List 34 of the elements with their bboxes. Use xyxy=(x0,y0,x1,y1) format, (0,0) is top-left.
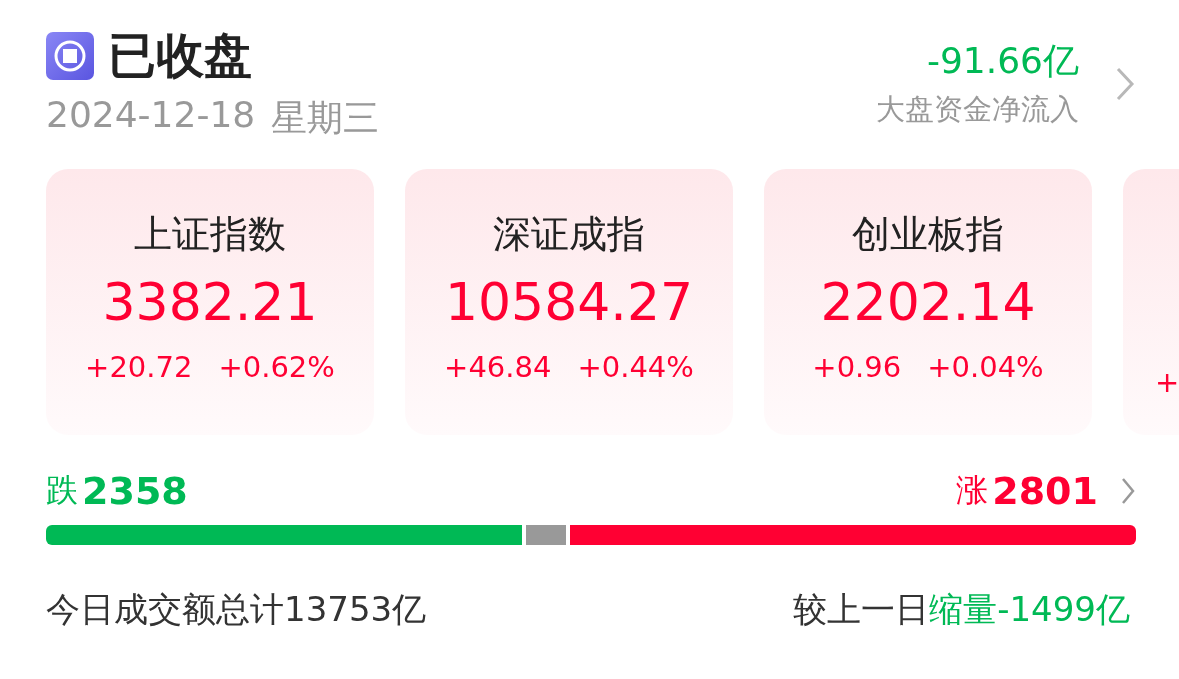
index-name: 创业板指 xyxy=(852,211,1004,258)
up-count: 2801 xyxy=(992,469,1098,513)
down-count: 2358 xyxy=(82,469,188,513)
index-change: +20.72 xyxy=(85,350,193,384)
market-status: 已收盘 xyxy=(108,26,252,85)
down-label: 跌 xyxy=(46,470,78,511)
net-flow-value: -91.66亿 xyxy=(926,39,1079,83)
index-card[interactable]: 创业板指 2202.14 +0.96 +0.04% xyxy=(764,169,1092,435)
index-percent: +0.62% xyxy=(218,350,335,384)
turnover-total: 今日成交额总计13753亿 xyxy=(46,588,427,631)
compare-direction: 缩量 xyxy=(929,588,998,631)
compare-value: -1499亿 xyxy=(997,588,1130,631)
index-card[interactable]: 上证指数 3382.21 +20.72 +0.62% xyxy=(46,169,374,435)
compare-label: 较上一日 xyxy=(793,588,930,631)
index-percent: +0.04% xyxy=(927,350,1044,384)
index-change: + xyxy=(1155,365,1179,399)
index-value: 3382.21 xyxy=(102,272,318,332)
up-label: 涨 xyxy=(956,470,989,511)
index-change: +46.84 xyxy=(444,350,552,384)
index-value: 10584.27 xyxy=(444,272,694,332)
index-change: +0.96 xyxy=(812,350,902,384)
index-card[interactable]: 深证成指 10584.27 +46.84 +0.44% xyxy=(405,169,733,435)
breadth-bar-segment xyxy=(526,525,567,545)
chevron-right-icon[interactable] xyxy=(1120,476,1136,506)
index-card[interactable]: + xyxy=(1123,169,1179,435)
trade-date: 2024-12-18 xyxy=(46,94,256,137)
net-flow-label: 大盘资金净流入 xyxy=(876,91,1079,128)
index-value: 2202.14 xyxy=(820,272,1036,332)
chevron-right-icon[interactable] xyxy=(1115,65,1135,102)
stop-icon xyxy=(46,32,94,80)
index-name: 深证成指 xyxy=(493,211,645,258)
weekday: 星期三 xyxy=(271,96,380,140)
index-name: 上证指数 xyxy=(134,211,286,258)
index-percent: +0.44% xyxy=(577,350,694,384)
